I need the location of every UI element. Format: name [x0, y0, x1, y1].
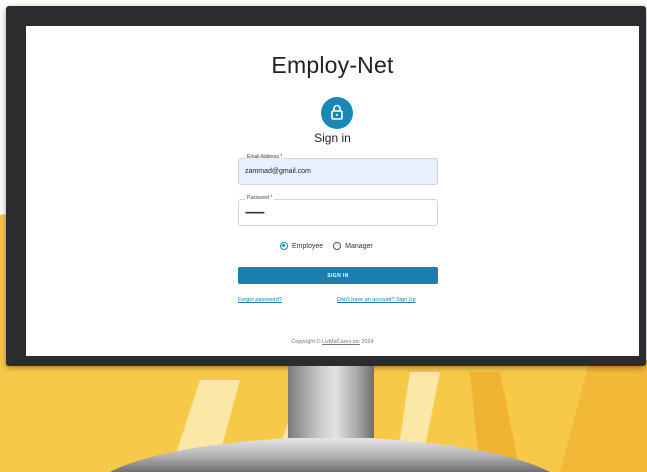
role-radio-group: Employee Manager: [280, 240, 383, 252]
company-link[interactable]: LizMaCares.inc: [322, 339, 360, 345]
copyright-year: 2024: [361, 339, 374, 345]
signin-heading: Sign in: [314, 131, 351, 145]
signin-button[interactable]: SIGN IN: [238, 267, 438, 284]
password-label: Password *: [245, 194, 275, 202]
role-manager-option[interactable]: Manager: [333, 242, 373, 250]
role-manager-label: Manager: [345, 242, 373, 250]
forgot-password-link[interactable]: Forgot password?: [238, 297, 282, 303]
signup-link[interactable]: Don't have an account? Sign Up: [337, 297, 416, 303]
monitor-stand-neck: [288, 366, 374, 438]
role-employee-label: Employee: [292, 242, 324, 250]
password-field[interactable]: Password * •••••••••••••••••: [238, 194, 438, 226]
copyright-prefix: Copyright ©: [291, 339, 322, 345]
radio-manager[interactable]: [333, 242, 342, 250]
role-employee-option[interactable]: Employee: [280, 242, 323, 250]
app-title: Employ-Net: [271, 52, 394, 78]
lock-icon: [331, 104, 343, 120]
password-value: •••••••••••••••••: [245, 211, 265, 217]
app-screen: Employ-Net Sign in Email Address * zamma…: [26, 26, 639, 356]
monitor-stand-base: [110, 438, 550, 472]
email-field[interactable]: Email Address * zammad@gmail.com: [238, 153, 438, 185]
lock-avatar: [321, 97, 353, 129]
copyright: Copyright © LizMaCares.inc 2024: [26, 339, 639, 345]
email-value: zammad@gmail.com: [245, 168, 311, 175]
radio-employee[interactable]: [280, 242, 288, 250]
email-label: Email Address *: [245, 153, 285, 161]
monitor-bezel: Employ-Net Sign in Email Address * zamma…: [6, 6, 646, 366]
